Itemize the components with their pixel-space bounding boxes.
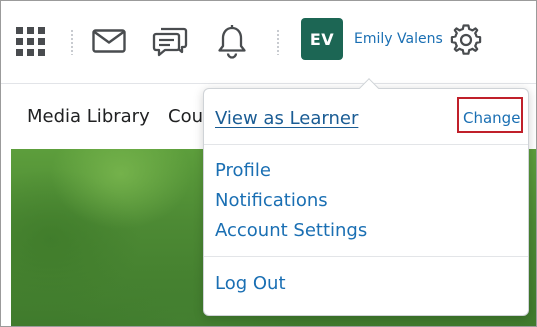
chat-bubbles-icon[interactable]: [152, 25, 188, 59]
menu-item-notifications[interactable]: Notifications: [215, 190, 328, 211]
nav-item-media-library[interactable]: Media Library: [27, 106, 150, 127]
grid-icon[interactable]: [15, 26, 46, 57]
bell-icon[interactable]: [217, 24, 247, 59]
separator: [277, 29, 279, 55]
menu-divider: [204, 144, 528, 145]
app-frame: EV Emily Valens Media Library Cou View a…: [0, 0, 537, 327]
nav-item-courses[interactable]: Cou: [168, 106, 203, 127]
menu-item-log-out[interactable]: Log Out: [215, 273, 286, 294]
menu-item-profile[interactable]: Profile: [215, 160, 271, 181]
change-link[interactable]: Change: [463, 109, 520, 127]
menu-divider: [204, 256, 528, 257]
separator: [71, 29, 73, 55]
envelope-icon[interactable]: [92, 29, 126, 53]
menu-item-account-settings[interactable]: Account Settings: [215, 220, 367, 241]
top-navbar: EV Emily Valens: [1, 1, 536, 83]
user-name-button[interactable]: Emily Valens: [354, 31, 443, 47]
view-as-learner-link[interactable]: View as Learner: [215, 108, 358, 129]
gear-icon[interactable]: [449, 23, 483, 57]
avatar[interactable]: EV: [301, 18, 343, 60]
user-menu-dropdown: View as Learner Change Profile Notificat…: [203, 88, 529, 316]
